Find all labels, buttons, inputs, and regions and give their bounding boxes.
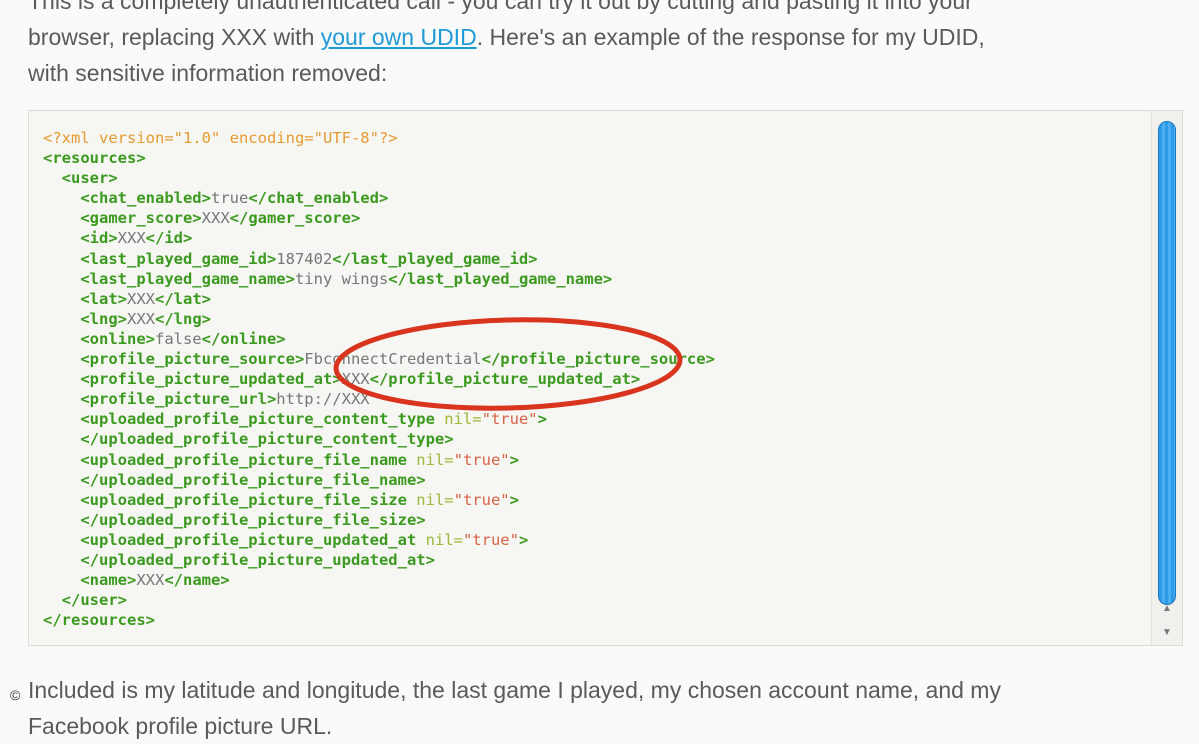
scroll-up-icon[interactable]: ▲ bbox=[1152, 603, 1182, 615]
vertical-scrollbar[interactable]: ▲ ▼ bbox=[1151, 111, 1182, 645]
intro-line-2-start: browser, replacing XXX with bbox=[28, 24, 321, 50]
line-lat: <lat>XXX</lat> bbox=[80, 289, 211, 308]
line-online: <online>false</online> bbox=[80, 329, 286, 348]
line-last-played-game-id: <last_played_game_id>187402</last_played… bbox=[80, 249, 538, 268]
line-content-type-open: <uploaded_profile_picture_content_type n… bbox=[80, 410, 547, 429]
intro-line-1: This is a completely unauthenticated cal… bbox=[28, 0, 973, 14]
resources-open-tag: <resources> bbox=[43, 149, 146, 168]
line-profile-picture-updated-at: <profile_picture_updated_at>XXX</profile… bbox=[80, 370, 641, 389]
line-last-played-game-name: <last_played_game_name>tiny wings</last_… bbox=[80, 269, 613, 288]
intro-line-3: with sensitive information removed: bbox=[28, 60, 388, 86]
line-id: <id>XXX</id> bbox=[80, 229, 193, 248]
intro-line-2-end: . Here's an example of the response for … bbox=[476, 24, 985, 50]
outro-line-2: Facebook profile picture URL. bbox=[28, 713, 333, 739]
line-profile-picture-source: <profile_picture_source>FbconnectCredent… bbox=[80, 350, 715, 369]
line-lng: <lng>XXX</lng> bbox=[80, 309, 211, 328]
line-content-type-close: </uploaded_profile_picture_content_type> bbox=[80, 430, 454, 449]
intro-paragraph: This is a completely unauthenticated cal… bbox=[28, 0, 1178, 91]
line-name: <name>XXX</name> bbox=[80, 571, 230, 590]
line-file-name-open: <uploaded_profile_picture_file_name nil=… bbox=[80, 450, 519, 469]
line-gamer-score: <gamer_score>XXX</gamer_score> bbox=[80, 209, 361, 228]
line-updated-at-open: <uploaded_profile_picture_updated_at nil… bbox=[80, 530, 529, 549]
line-file-size-close: </uploaded_profile_picture_file_size> bbox=[80, 510, 426, 529]
xml-declaration: <?xml version="1.0" encoding="UTF-8"?> bbox=[43, 129, 398, 147]
user-open-tag: <user> bbox=[61, 169, 118, 188]
outro-paragraph: Included is my latitude and longitude, t… bbox=[28, 672, 1178, 744]
copyright-watermark-icon: © bbox=[10, 687, 21, 703]
udid-link[interactable]: your own UDID bbox=[321, 24, 477, 50]
resources-close-tag: </resources> bbox=[43, 611, 155, 630]
line-file-size-open: <uploaded_profile_picture_file_size nil=… bbox=[80, 490, 519, 509]
intro-line-2: browser, replacing XXX with your own UDI… bbox=[28, 19, 1178, 55]
code-block[interactable]: <?xml version="1.0" encoding="UTF-8"?> <… bbox=[28, 110, 1183, 646]
scroll-down-icon[interactable]: ▼ bbox=[1152, 627, 1182, 639]
xml-response: <?xml version="1.0" encoding="UTF-8"?> <… bbox=[43, 128, 715, 630]
line-profile-picture-url: <profile_picture_url>http://XXX bbox=[80, 390, 370, 409]
scrollbar-thumb[interactable] bbox=[1158, 121, 1176, 605]
line-updated-at-close: </uploaded_profile_picture_updated_at> bbox=[80, 550, 435, 569]
line-file-name-close: </uploaded_profile_picture_file_name> bbox=[80, 470, 426, 489]
line-chat-enabled: <chat_enabled>true</chat_enabled> bbox=[80, 189, 389, 208]
outro-line-1: Included is my latitude and longitude, t… bbox=[28, 677, 1001, 703]
user-close-tag: </user> bbox=[61, 591, 127, 610]
